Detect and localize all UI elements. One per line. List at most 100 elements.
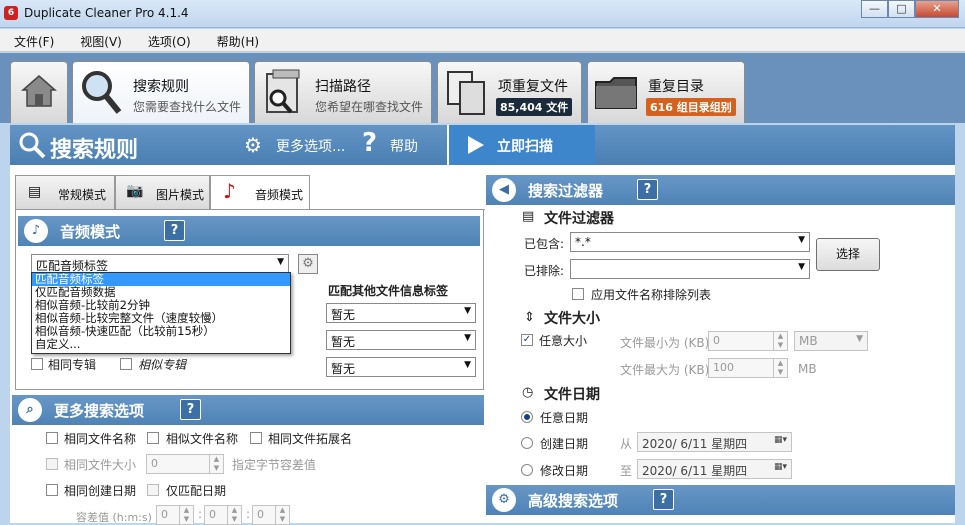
camera-icon: 📷 [126, 183, 144, 199]
menu-bar: 文件(F) 视图(V) 选项(O) 帮助(H) [0, 29, 965, 52]
same-album-checkbox[interactable] [31, 358, 43, 370]
tab-duplicate-folders[interactable]: 重复目录 616 组目录组别 [587, 61, 745, 123]
created-date-radio[interactable] [521, 437, 533, 449]
similar-album-checkbox[interactable] [120, 358, 132, 370]
close-button[interactable]: ✕ [915, 0, 959, 18]
tab-scan-path-sub: 您希望在哪查找文件 [315, 100, 424, 114]
audio-mode-header: ♪ 音频模式 ? [18, 216, 480, 246]
title-bar: 6 Duplicate Cleaner Pro 4.1.4 — □ ✕ [0, 0, 965, 28]
audio-help-button[interactable]: ? [164, 220, 185, 241]
magnifier-icon [19, 132, 46, 159]
min-size-input[interactable]: 0 ▲ ▼ [708, 331, 788, 351]
scan-now-label: 立即扫描 [497, 139, 553, 155]
main-tab-bar: 搜索规则 您需要查找什么文件 扫描路径 您希望在哪查找文件 项重复文件 85,4… [0, 53, 965, 123]
modified-date-label: 修改日期 [540, 464, 589, 478]
chevron-down-icon: ▼ [277, 257, 284, 267]
same-size-checkbox[interactable] [46, 458, 58, 470]
help-icon: ? [362, 128, 378, 158]
other-tags-label: 匹配其他文件信息标签 [328, 284, 449, 298]
any-size-label: 任意大小 [539, 334, 588, 348]
same-name-label: 相同文件名称 [64, 432, 137, 446]
audio-mode-select[interactable]: 匹配音频标签 ▼ [31, 254, 289, 274]
same-created-label: 相同创建日期 [64, 484, 137, 498]
date-only-checkbox[interactable] [147, 484, 159, 496]
similar-name-checkbox[interactable] [147, 432, 159, 444]
calendar-icon: ▦▾ [773, 435, 787, 445]
min-size-label: 文件最小为 (KB) [620, 336, 710, 350]
music-note-icon: ♪ [24, 219, 48, 243]
other-tag-select-1[interactable]: 暂无 ▼ [326, 303, 476, 323]
play-icon [468, 136, 484, 154]
other-tag-select-3[interactable]: 暂无 ▼ [326, 357, 476, 377]
help-link[interactable]: 帮助 [390, 136, 418, 156]
from-label: 从 [620, 437, 633, 451]
tolerance-minutes-input[interactable]: 0 ▲ ▼ [204, 505, 242, 525]
page-title: 搜索规则 [50, 138, 139, 163]
home-icon [21, 75, 57, 107]
clock-icon: ◷ [522, 385, 534, 400]
more-options-link[interactable]: 更多选项... [276, 136, 345, 156]
tab-audio-mode[interactable]: ♪ 音频模式 [210, 175, 310, 210]
same-ext-checkbox[interactable] [250, 432, 262, 444]
audio-mode-title: 音频模式 [60, 223, 121, 241]
any-date-radio[interactable] [521, 411, 533, 423]
other-tag-select-2[interactable]: 暂无 ▼ [326, 330, 476, 350]
tab-audio-mode-label: 音频模式 [255, 188, 304, 202]
created-date-label: 创建日期 [540, 437, 589, 451]
more-options-title: 更多搜索选项 [54, 402, 145, 420]
max-size-input[interactable]: 100 ▲ ▼ [708, 358, 788, 378]
window-title: Duplicate Cleaner Pro 4.1.4 [24, 6, 189, 20]
minimize-button[interactable]: — [861, 0, 888, 18]
max-unit-label: MB [798, 362, 817, 376]
choose-button[interactable]: 选择 [816, 238, 880, 271]
scan-now-button[interactable]: 立即扫描 [447, 125, 595, 165]
magnifier-icon [82, 71, 122, 114]
tab-duplicate-folders-title: 重复目录 [648, 79, 704, 95]
same-album-label: 相同专辑 [48, 358, 97, 372]
same-ext-label: 相同文件拓展名 [268, 432, 353, 446]
audio-mode-select-value: 匹配音频标签 [36, 259, 109, 273]
tab-duplicate-files-title: 项重复文件 [498, 79, 568, 95]
tab-image-mode-label: 图片模式 [156, 188, 205, 202]
tab-home[interactable] [10, 61, 68, 123]
more-options-header: ⌕ 更多搜索选项 ? [12, 395, 484, 425]
size-tolerance-input[interactable]: 0 ▲ ▼ [146, 454, 224, 474]
from-date-picker[interactable]: 2020/ 6/11 星期四 ▦▾ [637, 432, 792, 452]
gear-icon: ⚙ [302, 256, 314, 271]
size-unit-select[interactable]: MB ▼ [794, 331, 868, 351]
tab-search-rules-sub: 您需要查找什么文件 [133, 100, 242, 114]
music-note-icon: ♪ [223, 179, 236, 203]
size-icon: ⇕ [524, 310, 535, 325]
tab-scan-path[interactable]: 扫描路径 您希望在哪查找文件 [254, 61, 432, 123]
to-date-picker[interactable]: 2020/ 6/11 星期四 ▦▾ [637, 459, 792, 479]
same-name-checkbox[interactable] [46, 432, 58, 444]
spinner-arrows-icon[interactable]: ▲ ▼ [209, 455, 223, 473]
tab-normal-mode[interactable]: ▤ 常规模式 [15, 175, 115, 209]
advanced-options-title: 高级搜索选项 [528, 492, 619, 510]
maximize-button[interactable]: □ [888, 0, 915, 18]
include-filter-input[interactable]: *.* ▼ [570, 232, 810, 252]
modified-date-radio[interactable] [521, 464, 533, 476]
any-size-checkbox[interactable]: ✓ [521, 334, 533, 346]
menu-view[interactable]: 视图(V) [66, 29, 134, 51]
more-options-help-button[interactable]: ? [180, 399, 201, 420]
apply-exclude-checkbox[interactable] [572, 288, 584, 300]
exclude-filter-input[interactable]: ▼ [570, 259, 810, 279]
filter-help-button[interactable]: ? [637, 179, 658, 200]
menu-help[interactable]: 帮助(H) [203, 29, 271, 51]
tab-normal-mode-label: 常规模式 [58, 188, 107, 202]
advanced-help-button[interactable]: ? [653, 489, 674, 510]
menu-file[interactable]: 文件(F) [0, 29, 66, 51]
menu-options[interactable]: 选项(O) [134, 29, 203, 51]
settings-gear-button[interactable]: ⚙ [298, 254, 318, 274]
tolerance-hours-input[interactable]: 0 ▲ ▼ [156, 505, 194, 525]
tab-search-rules[interactable]: 搜索规则 您需要查找什么文件 [72, 61, 250, 123]
same-created-checkbox[interactable] [46, 484, 58, 496]
tab-image-mode[interactable]: 📷 图片模式 [115, 175, 210, 209]
magnifier-icon: ⌕ [18, 398, 42, 422]
tab-search-rules-title: 搜索规则 [133, 79, 189, 95]
tab-duplicate-files[interactable]: 项重复文件 85,404 文件 [437, 61, 582, 123]
folder-icon [595, 77, 637, 109]
tolerance-seconds-input[interactable]: 0 ▲ ▼ [252, 505, 290, 525]
dropdown-option-custom[interactable]: 自定义... [32, 338, 290, 351]
